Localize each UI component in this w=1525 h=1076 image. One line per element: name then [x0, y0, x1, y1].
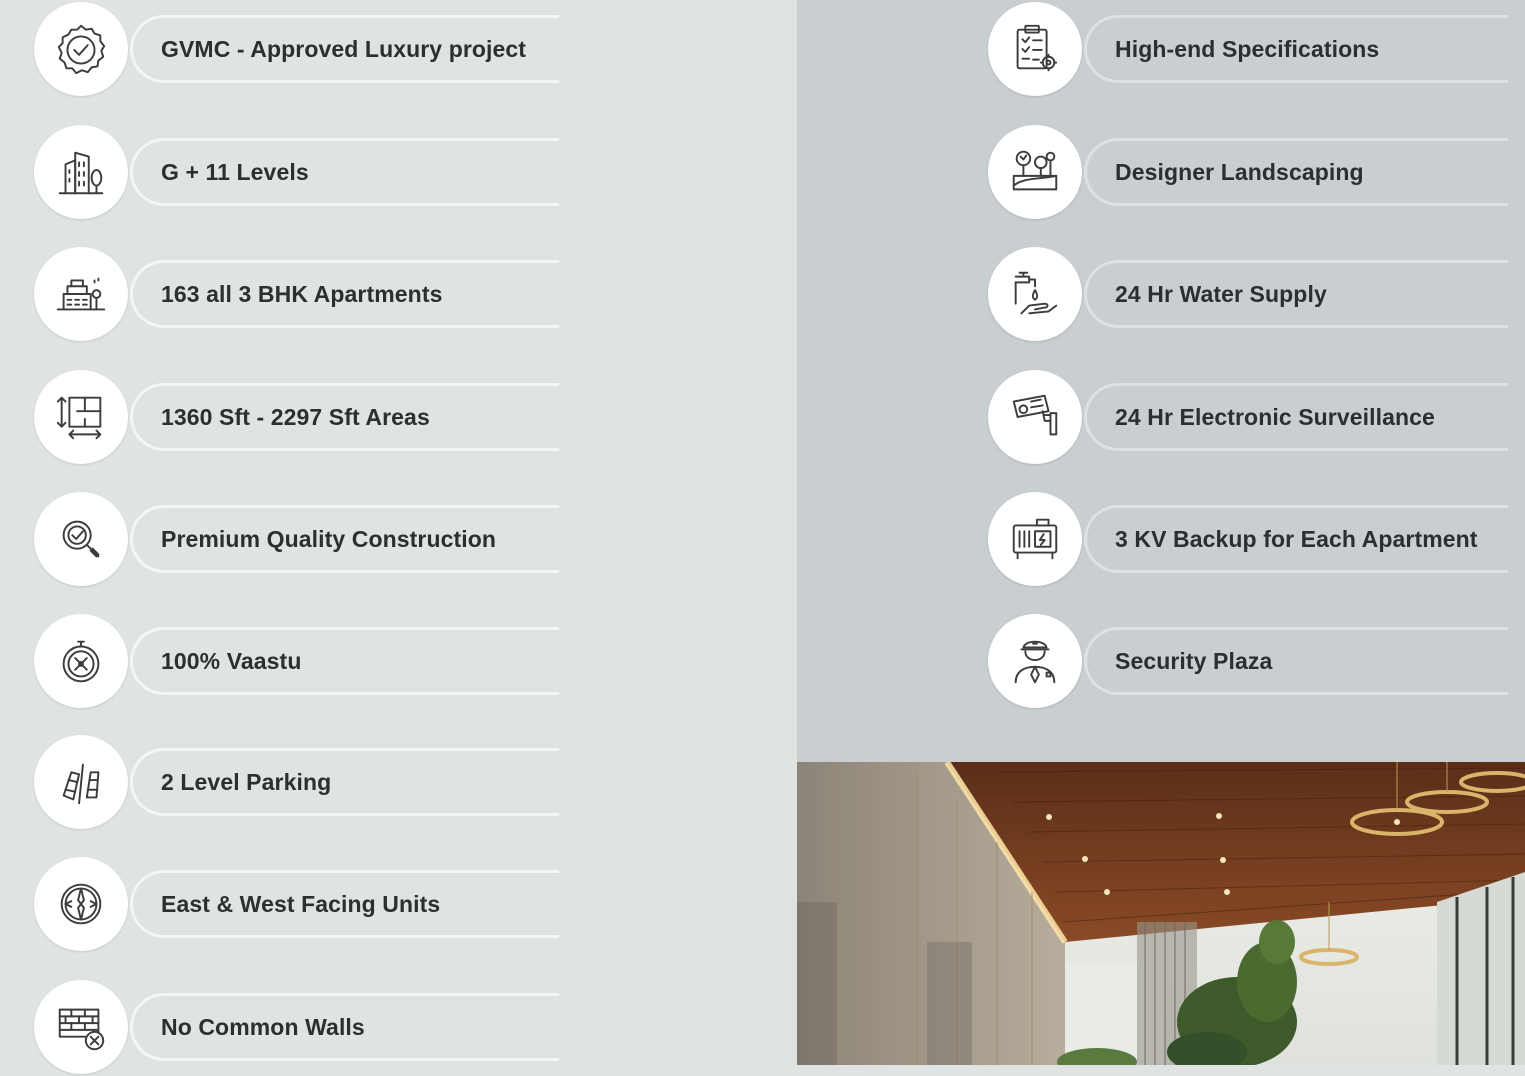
feature-label: Designer Landscaping [1115, 158, 1364, 185]
feature-item-quality: Premium Quality Construction [34, 490, 559, 588]
feature-item-vaastu: 100% Vaastu [34, 612, 559, 710]
feature-label-pill: No Common Walls [130, 993, 559, 1061]
feature-item-no-common-walls: No Common Walls [34, 978, 559, 1076]
feature-label: 24 Hr Water Supply [1115, 280, 1327, 307]
feature-label-pill: 24 Hr Water Supply [1084, 260, 1508, 328]
feature-label-pill: 2 Level Parking [130, 748, 559, 816]
feature-label: No Common Walls [161, 1013, 365, 1040]
feature-label: 1360 Sft - 2297 Sft Areas [161, 403, 430, 430]
feature-label: GVMC - Approved Luxury project [161, 35, 527, 62]
feature-label-pill: Designer Landscaping [1084, 138, 1508, 206]
feature-item-surveillance: 24 Hr Electronic Surveillance [988, 368, 1508, 466]
feature-label: East & West Facing Units [161, 890, 441, 917]
generator-icon [988, 492, 1082, 586]
floor-area-icon [34, 370, 128, 464]
quality-magnifier-icon [34, 492, 128, 586]
feature-label: Premium Quality Construction [161, 525, 497, 552]
feature-item-specifications: High-end Specifications [988, 0, 1508, 98]
parking-cars-icon [34, 735, 128, 829]
cctv-camera-icon [988, 370, 1082, 464]
compass-icon [34, 614, 128, 708]
water-tap-icon [988, 247, 1082, 341]
direction-compass-icon [34, 857, 128, 951]
feature-label-pill: GVMC - Approved Luxury project [130, 15, 559, 83]
feature-label-pill: East & West Facing Units [130, 870, 559, 938]
feature-label-pill: Security Plaza [1084, 627, 1508, 695]
landscaping-icon [988, 125, 1082, 219]
feature-label-pill: 100% Vaastu [130, 627, 559, 695]
security-guard-icon [988, 614, 1082, 708]
feature-label: High-end Specifications [1115, 35, 1380, 62]
feature-item-levels: G + 11 Levels [34, 123, 559, 221]
lobby-interior-photo [797, 762, 1525, 1065]
feature-label-pill: 1360 Sft - 2297 Sft Areas [130, 383, 559, 451]
feature-label: 3 KV Backup for Each Apartment [1115, 525, 1478, 552]
right-feature-panel: High-end Specifications Designer Landsca… [797, 0, 1525, 1065]
feature-item-security-plaza: Security Plaza [988, 612, 1508, 710]
feature-item-landscaping: Designer Landscaping [988, 123, 1508, 221]
specifications-clipboard-icon [988, 2, 1082, 96]
apartments-icon [34, 247, 128, 341]
feature-label-pill: Premium Quality Construction [130, 505, 559, 573]
feature-item-water-supply: 24 Hr Water Supply [988, 245, 1508, 343]
feature-item-apartments: 163 all 3 BHK Apartments [34, 245, 559, 343]
feature-label-pill: 24 Hr Electronic Surveillance [1084, 383, 1508, 451]
feature-label-pill: High-end Specifications [1084, 15, 1508, 83]
feature-label: 163 all 3 BHK Apartments [161, 280, 443, 307]
feature-label: 2 Level Parking [161, 768, 332, 795]
feature-label-pill: G + 11 Levels [130, 138, 559, 206]
no-common-wall-icon [34, 980, 128, 1074]
feature-item-areas: 1360 Sft - 2297 Sft Areas [34, 368, 559, 466]
feature-label-pill: 163 all 3 BHK Apartments [130, 260, 559, 328]
feature-item-parking: 2 Level Parking [34, 733, 559, 831]
feature-label: 24 Hr Electronic Surveillance [1115, 403, 1435, 430]
feature-item-gvmc-approved: GVMC - Approved Luxury project [34, 0, 559, 98]
approved-badge-icon [34, 2, 128, 96]
feature-label: Security Plaza [1115, 647, 1273, 674]
feature-label-pill: 3 KV Backup for Each Apartment [1084, 505, 1508, 573]
feature-label: G + 11 Levels [161, 158, 309, 185]
building-icon [34, 125, 128, 219]
left-feature-panel: GVMC - Approved Luxury project G + 11 Le… [0, 0, 797, 1074]
feature-label: 100% Vaastu [161, 647, 302, 674]
feature-item-facing-units: East & West Facing Units [34, 855, 559, 953]
feature-item-power-backup: 3 KV Backup for Each Apartment [988, 490, 1508, 588]
